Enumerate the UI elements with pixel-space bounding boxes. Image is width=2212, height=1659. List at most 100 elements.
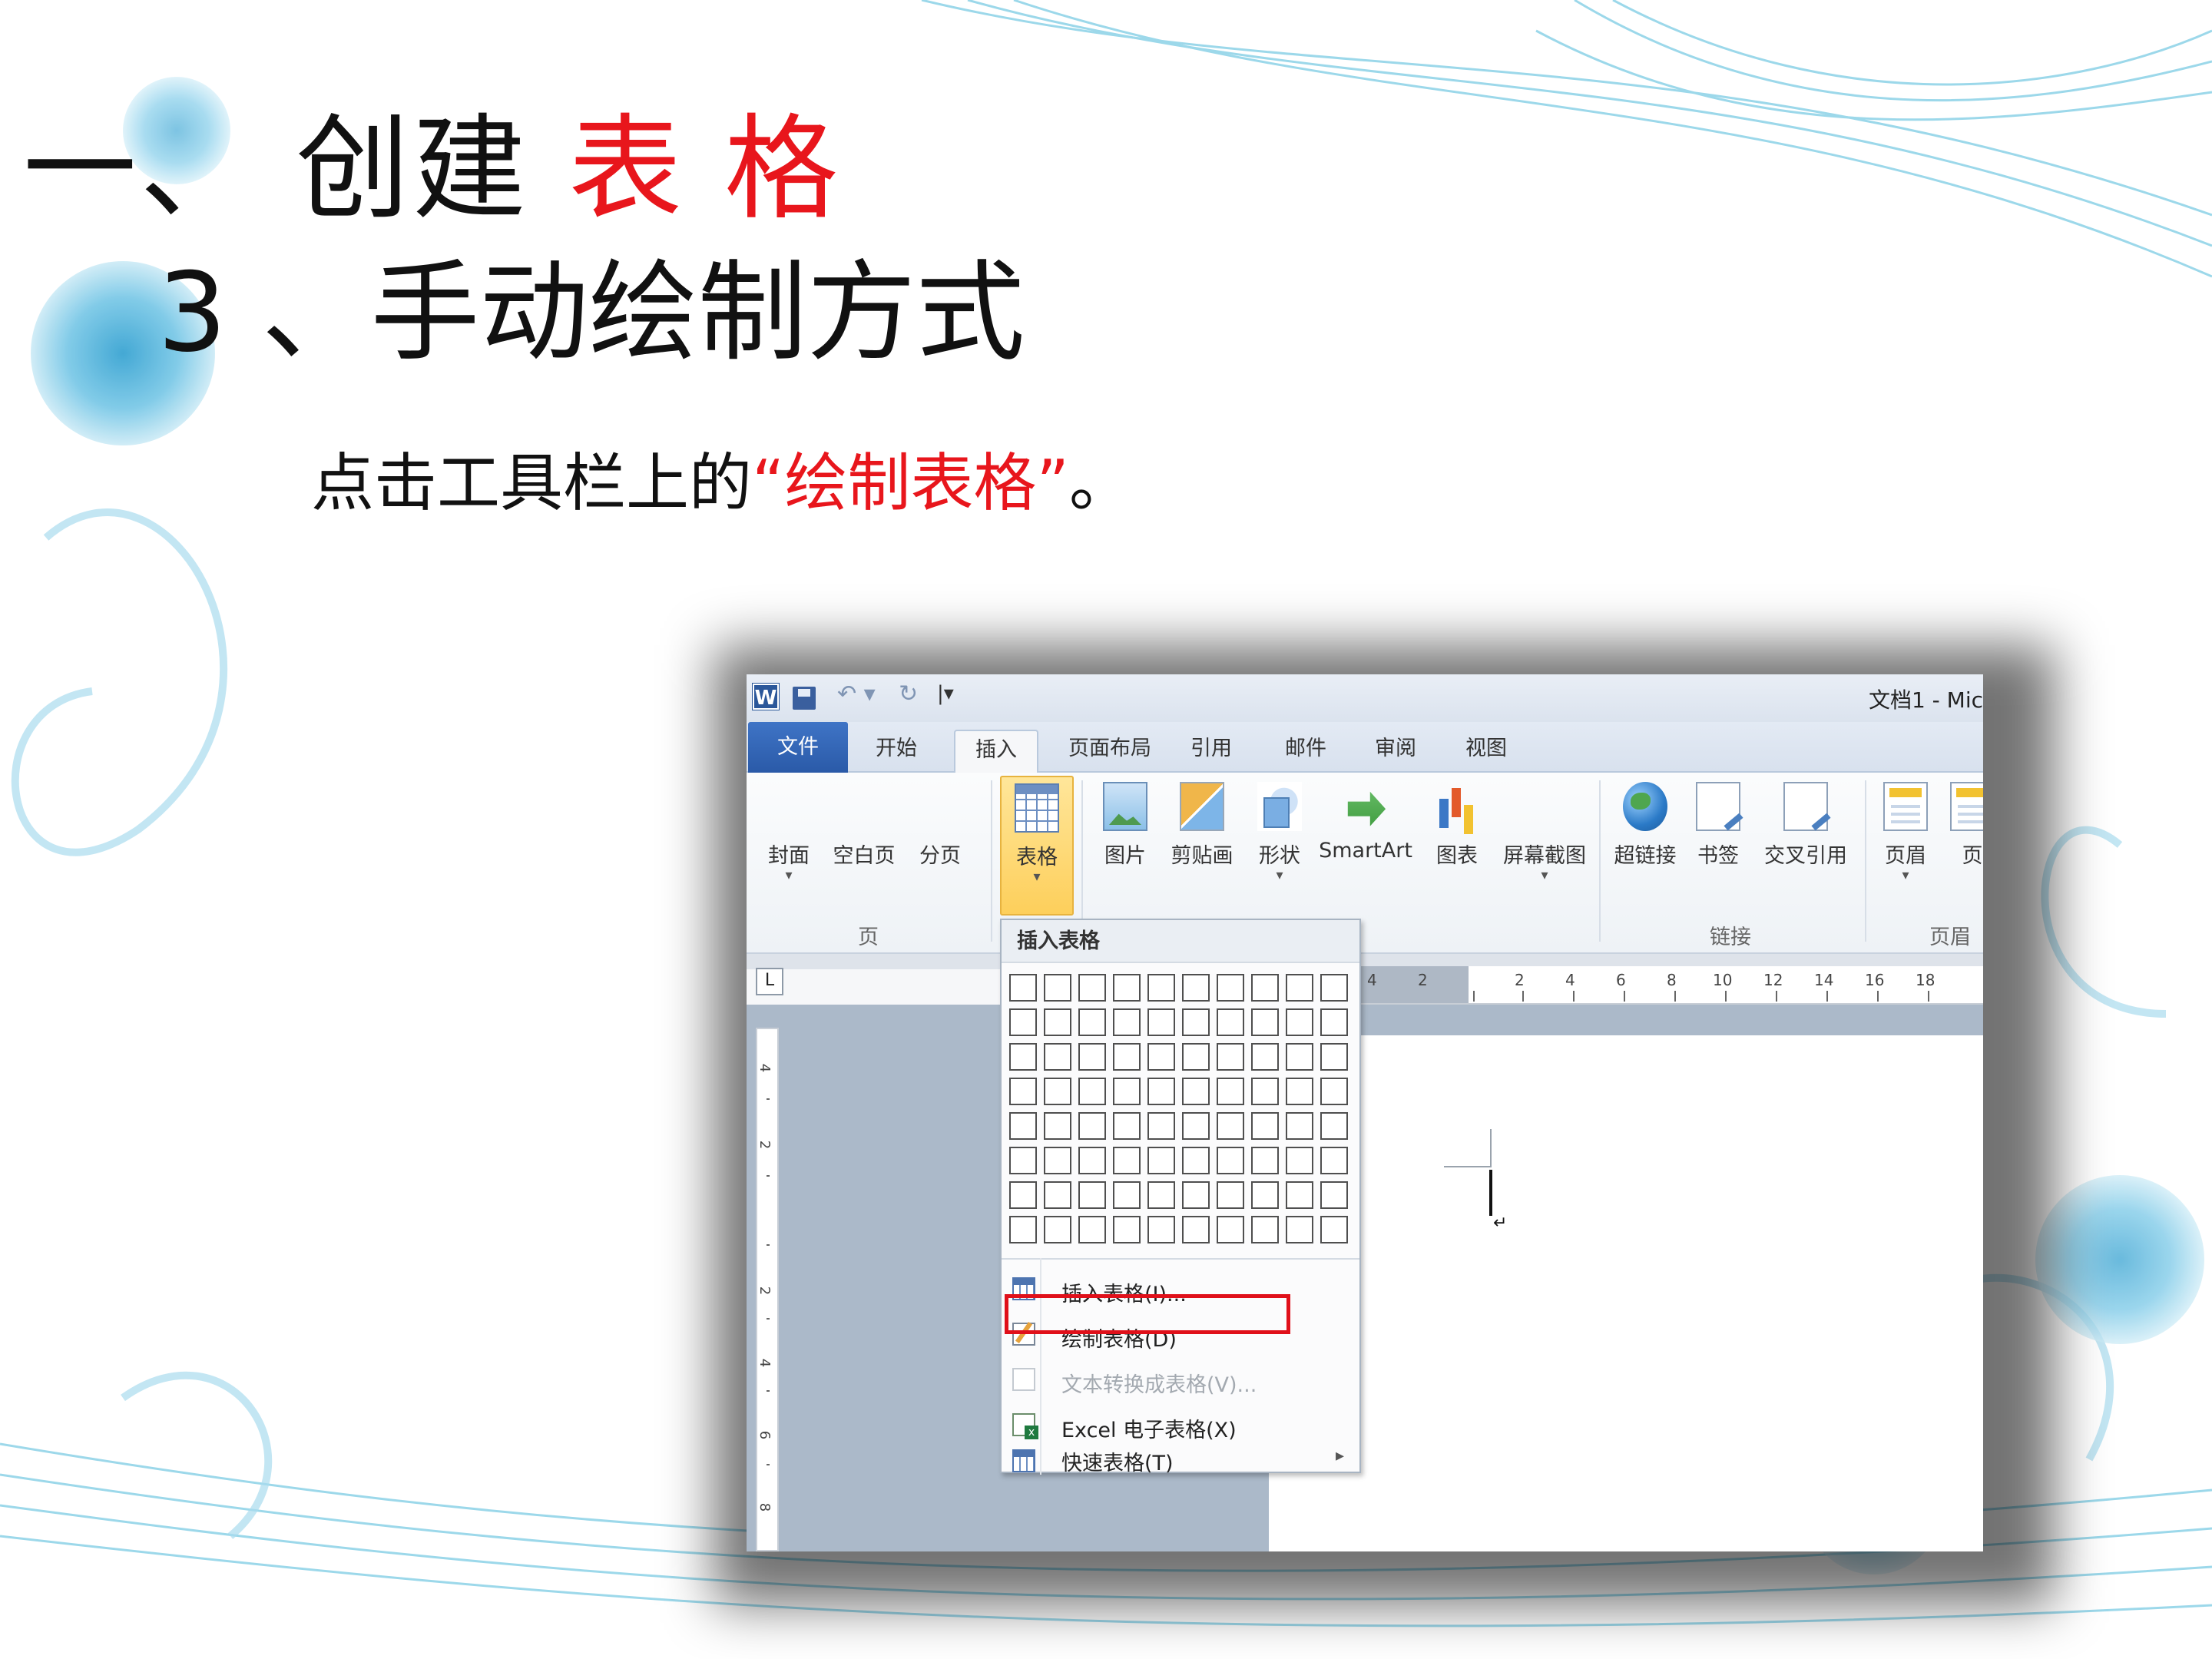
grid-cell[interactable] [1251,1181,1279,1209]
grid-cell[interactable] [1147,1181,1175,1209]
grid-cell[interactable] [1113,1147,1141,1174]
grid-cell[interactable] [1078,1216,1106,1243]
grid-cell[interactable] [1182,1112,1210,1140]
grid-cell[interactable] [1286,974,1313,1002]
table-size-grid[interactable] [1009,974,1348,1243]
grid-cell[interactable] [1217,974,1244,1002]
tab-file[interactable]: 文件 [748,722,848,773]
grid-cell[interactable] [1078,1147,1106,1174]
save-icon[interactable] [793,687,816,710]
grid-cell[interactable] [1320,1043,1348,1071]
grid-cell[interactable] [1286,1216,1313,1243]
screenshot-button[interactable]: 屏幕截图 ▾ [1498,782,1591,882]
grid-cell[interactable] [1182,1078,1210,1105]
vertical-ruler[interactable]: 4 2 2 4 6 8 [756,1028,779,1551]
grid-cell[interactable] [1320,1112,1348,1140]
grid-cell[interactable] [1182,1043,1210,1071]
picture-button[interactable]: 图片 [1098,782,1152,869]
grid-cell[interactable] [1078,1043,1106,1071]
grid-cell[interactable] [1251,1043,1279,1071]
grid-cell[interactable] [1147,1078,1175,1105]
grid-cell[interactable] [1147,1216,1175,1243]
grid-cell[interactable] [1009,1078,1037,1105]
document-page[interactable] [1269,1035,1983,1551]
blank-page-button[interactable]: 空白页 [830,782,1409,1192]
grid-cell[interactable] [1113,1078,1141,1105]
grid-cell[interactable] [1044,1043,1071,1071]
redo-icon[interactable]: ↻ [899,680,918,707]
grid-cell[interactable] [1182,1216,1210,1243]
grid-cell[interactable] [1078,1078,1106,1105]
grid-cell[interactable] [1147,1112,1175,1140]
grid-cell[interactable] [1286,1078,1313,1105]
grid-cell[interactable] [1251,1216,1279,1243]
grid-cell[interactable] [1251,1008,1279,1036]
grid-cell[interactable] [1044,1078,1071,1105]
grid-cell[interactable] [1078,1112,1106,1140]
page-break-button[interactable]: 分页 [912,782,1485,1192]
grid-cell[interactable] [1147,1147,1175,1174]
grid-cell[interactable] [1009,1008,1037,1036]
clip-art-button[interactable]: 剪贴画 [1166,782,1238,869]
grid-cell[interactable] [1182,1008,1210,1036]
footer-button[interactable]: 页 [1949,782,1983,869]
grid-cell[interactable] [1009,1216,1037,1243]
cover-page-button[interactable]: 封面 ▾ [759,782,1333,1192]
grid-cell[interactable] [1286,1112,1313,1140]
grid-cell[interactable] [1009,1147,1037,1174]
chart-button[interactable]: 图表 [1432,782,1482,869]
tab-review[interactable]: 审阅 [1361,730,1430,773]
grid-cell[interactable] [1320,974,1348,1002]
grid-cell[interactable] [1217,1147,1244,1174]
excel-spreadsheet-menu-item[interactable]: Excel 电子表格(X) [1002,1404,1359,1447]
tab-insert[interactable]: 插入 [954,730,1038,774]
grid-cell[interactable] [1251,1078,1279,1105]
grid-cell[interactable] [1320,1181,1348,1209]
grid-cell[interactable] [1078,1181,1106,1209]
grid-cell[interactable] [1009,1181,1037,1209]
undo-icon[interactable]: ↶ ▾ [837,680,876,707]
grid-cell[interactable] [1251,1112,1279,1140]
tab-selector[interactable]: L [756,968,783,995]
grid-cell[interactable] [1147,1043,1175,1071]
grid-cell[interactable] [1217,1043,1244,1071]
convert-text-to-table-menu-item[interactable]: 文本转换成表格(V)... [1002,1359,1359,1402]
grid-cell[interactable] [1286,1147,1313,1174]
grid-cell[interactable] [1286,1181,1313,1209]
tab-page-layout[interactable]: 页面布局 [1060,730,1160,773]
grid-cell[interactable] [1044,1112,1071,1140]
word-icon[interactable]: W [752,683,780,710]
quick-tables-menu-item[interactable]: 快速表格(T) ▸ [1002,1446,1359,1475]
grid-cell[interactable] [1286,1043,1313,1071]
grid-cell[interactable] [1251,1147,1279,1174]
grid-cell[interactable] [1147,974,1175,1002]
tab-home[interactable]: 开始 [862,730,931,773]
grid-cell[interactable] [1078,1008,1106,1036]
grid-cell[interactable] [1147,1008,1175,1036]
cross-reference-button[interactable]: 交叉引用 [1760,782,1851,869]
customize-icon[interactable]: |▾ [937,682,954,705]
grid-cell[interactable] [1009,1112,1037,1140]
tab-view[interactable]: 视图 [1452,730,1521,773]
grid-cell[interactable] [1009,974,1037,1002]
grid-cell[interactable] [1009,1043,1037,1071]
grid-cell[interactable] [1113,1181,1141,1209]
grid-cell[interactable] [1044,1008,1071,1036]
grid-cell[interactable] [1182,974,1210,1002]
hyperlink-button[interactable]: 超链接 [1608,782,1682,869]
grid-cell[interactable] [1078,974,1106,1002]
table-button[interactable]: 表格 ▾ [1000,776,1074,916]
grid-cell[interactable] [1320,1008,1348,1036]
grid-cell[interactable] [1044,1147,1071,1174]
horizontal-ruler[interactable]: 4 2 2 4 6 8 10 12 14 16 18 [1353,966,1983,1005]
grid-cell[interactable] [1217,1181,1244,1209]
grid-cell[interactable] [1113,1216,1141,1243]
grid-cell[interactable] [1286,1008,1313,1036]
grid-cell[interactable] [1217,1112,1244,1140]
grid-cell[interactable] [1044,974,1071,1002]
grid-cell[interactable] [1217,1216,1244,1243]
bookmark-button[interactable]: 书签 [1693,782,1743,869]
grid-cell[interactable] [1251,974,1279,1002]
grid-cell[interactable] [1182,1181,1210,1209]
smartart-button[interactable]: SmartArt [1316,782,1415,863]
